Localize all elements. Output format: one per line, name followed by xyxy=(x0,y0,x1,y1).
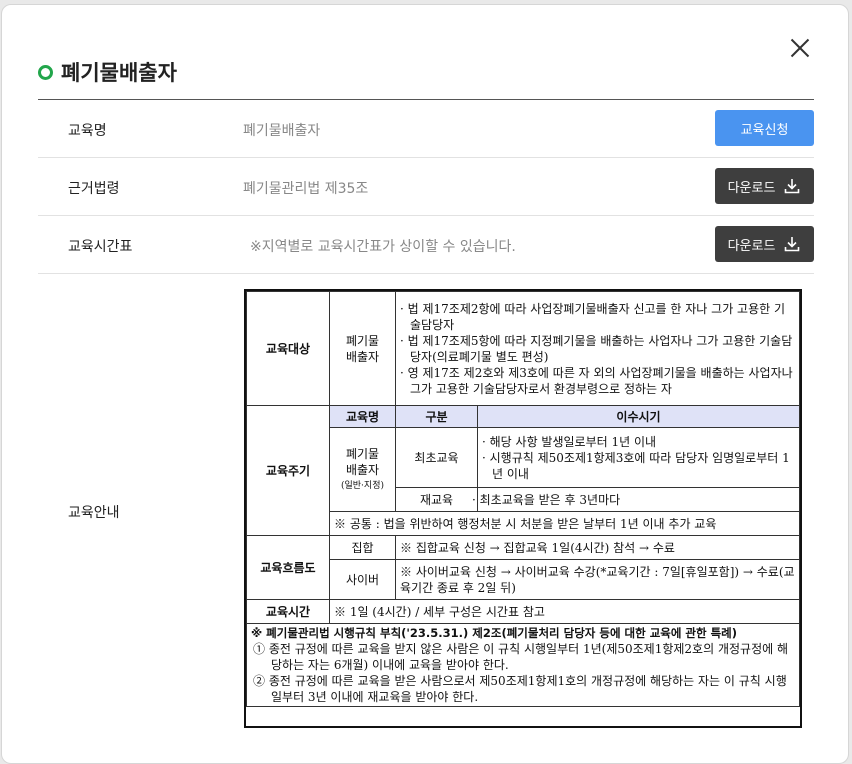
row-schedule: 교육시간표 ※지역별로 교육시간표가 상이할 수 있습니다. 다운로드 xyxy=(38,216,814,274)
cycle-re-item: · 최초교육을 받은 후 3년마다 xyxy=(472,487,800,512)
cycle-first-row: 폐기물 배출자 (일반·지정) 최초교육 · 해당 사항 발생일로부터 1년 이… xyxy=(247,427,800,512)
cycle-course-cell: 폐기물 배출자 (일반·지정) xyxy=(329,427,396,512)
cycle-common-row: ※ 공통 : 법을 위반하여 행정처분 시 처분을 받은 날부터 1년 이내 추… xyxy=(247,511,800,536)
download-icon xyxy=(785,179,800,194)
flow-group-row: 교육흐름도 집합 ※ 집합교육 신청 → 집합교육 1일(4시간) 참석 → 수… xyxy=(246,535,800,600)
note-paragraph: ② 종전 규정에 따른 교육을 받은 사람으로서 제50조제1항제1호의 개정규… xyxy=(253,674,787,704)
law-label: 근거법령 xyxy=(68,181,120,197)
schedule-download-button[interactable]: 다운로드 xyxy=(715,226,814,262)
cycle-first-item: · 시행규칙 제50조제1항제3호에 따라 담당자 임명일로부터 1년 이내 xyxy=(482,450,790,481)
row-law: 근거법령 폐기물관리법 제35조 다운로드 xyxy=(38,158,814,216)
time-row: 교육시간 ※ 1일 (4시간) / 세부 구성은 시간표 참고 xyxy=(246,599,800,624)
note-cell: ※ 폐기물관리법 시행규칙 부칙('23.5.31.) 제2조(폐기물처리 담당… xyxy=(246,623,800,707)
target-items: · 법 제17조제2항에 따라 사업장폐기물배출자 신고를 한 자나 그가 고용… xyxy=(395,291,800,406)
flow-cyber-row: 사이버 ※ 사이버교육 신청 → 사이버교육 수강(*교육기간 : 7일[휴일포… xyxy=(247,559,800,600)
target-item: · 영 제17조 제2호와 제3호에 따른 자 외의 사업장폐기물을 배출하는 … xyxy=(400,365,793,396)
cycle-col-period: 이수시기 xyxy=(477,405,800,428)
cycle-header-row: 교육주기 교육명 구분 이수시기 xyxy=(246,405,800,536)
law-download-label: 다운로드 xyxy=(727,180,776,196)
target-row: 교육대상 폐기물 배출자 · 법 제17조제2항에 따라 사업장폐기물배출자 신… xyxy=(246,291,800,406)
cycle-col-type: 구분 xyxy=(395,405,478,428)
page-title: 폐기물배출자 xyxy=(61,61,177,85)
schedule-notice: ※지역별로 교육시간표가 상이할 수 있습니다. xyxy=(250,239,516,255)
cycle-course-name: 폐기물 배출자 xyxy=(345,446,380,477)
flow-group-label: 집합 xyxy=(329,535,396,560)
law-value: 폐기물관리법 제35조 xyxy=(243,181,369,197)
flow-head: 교육흐름도 xyxy=(246,535,330,600)
schedule-label: 교육시간표 xyxy=(68,239,133,255)
cycle-re-label: 재교육 xyxy=(395,487,478,512)
title-bullet-icon xyxy=(38,64,53,80)
modal-dialog: 폐기물배출자 교육명 폐기물배출자 교육신청 근거법령 폐기물관리법 제35조 … xyxy=(1,4,849,764)
cycle-first-item: · 해당 사항 발생일로부터 1년 이내 xyxy=(482,434,657,449)
close-icon[interactable] xyxy=(788,36,812,60)
cycle-first-items: · 해당 사항 발생일로부터 1년 이내 · 시행규칙 제50조제1항제3호에 … xyxy=(477,427,800,488)
guide-table: 교육대상 폐기물 배출자 · 법 제17조제2항에 따라 사업장폐기물배출자 신… xyxy=(246,291,800,707)
title-group: 폐기물배출자 xyxy=(38,57,177,87)
target-head: 교육대상 xyxy=(246,291,330,406)
apply-course-button[interactable]: 교육신청 xyxy=(715,110,814,146)
guide-label: 교육안내 xyxy=(68,505,120,521)
target-item: · 법 제17조제2항에 따라 사업장폐기물배출자 신고를 한 자나 그가 고용… xyxy=(400,301,786,332)
target-item: · 법 제17조제5항에 따라 지정폐기물을 배출하는 사업자나 그가 고용한 … xyxy=(400,333,793,364)
cycle-first-label: 최초교육 xyxy=(395,427,478,488)
cycle-common: ※ 공통 : 법을 위반하여 행정처분 시 처분을 받은 날부터 1년 이내 추… xyxy=(329,511,800,536)
time-head: 교육시간 xyxy=(246,599,330,624)
schedule-download-label: 다운로드 xyxy=(727,238,776,254)
time-text: ※ 1일 (4시간) / 세부 구성은 시간표 참고 xyxy=(329,599,800,624)
flow-cyber-label: 사이버 xyxy=(329,559,396,600)
education-guide-document: 교육대상 폐기물 배출자 · 법 제17조제2항에 따라 사업장폐기물배출자 신… xyxy=(244,289,802,728)
course-name-value: 폐기물배출자 xyxy=(243,123,321,139)
note-title: ※ 폐기물관리법 시행규칙 부칙('23.5.31.) 제2조(폐기물처리 담당… xyxy=(251,626,738,640)
flow-cyber-text: ※ 사이버교육 신청 → 사이버교육 수강(*교육기간 : 7일[휴일포함]) … xyxy=(395,559,800,600)
download-icon xyxy=(785,237,800,252)
cycle-course-sub: (일반·지정) xyxy=(340,480,384,491)
cycle-head: 교육주기 xyxy=(246,405,330,536)
note-paragraph: ① 종전 규정에 따른 교육을 받지 않은 사람은 이 규칙 시행일부터 1년(… xyxy=(253,642,789,672)
note-row: ※ 폐기물관리법 시행규칙 부칙('23.5.31.) 제2조(폐기물처리 담당… xyxy=(246,623,800,707)
flow-group-text: ※ 집합교육 신청 → 집합교육 1일(4시간) 참석 → 수료 xyxy=(395,535,800,560)
course-name-label: 교육명 xyxy=(68,123,107,139)
cycle-col-course: 교육명 xyxy=(329,405,396,428)
target-category: 폐기물 배출자 xyxy=(329,291,396,406)
apply-course-button-label: 교육신청 xyxy=(740,122,789,138)
row-course-name: 교육명 폐기물배출자 교육신청 xyxy=(38,100,814,158)
law-download-button[interactable]: 다운로드 xyxy=(715,168,814,204)
